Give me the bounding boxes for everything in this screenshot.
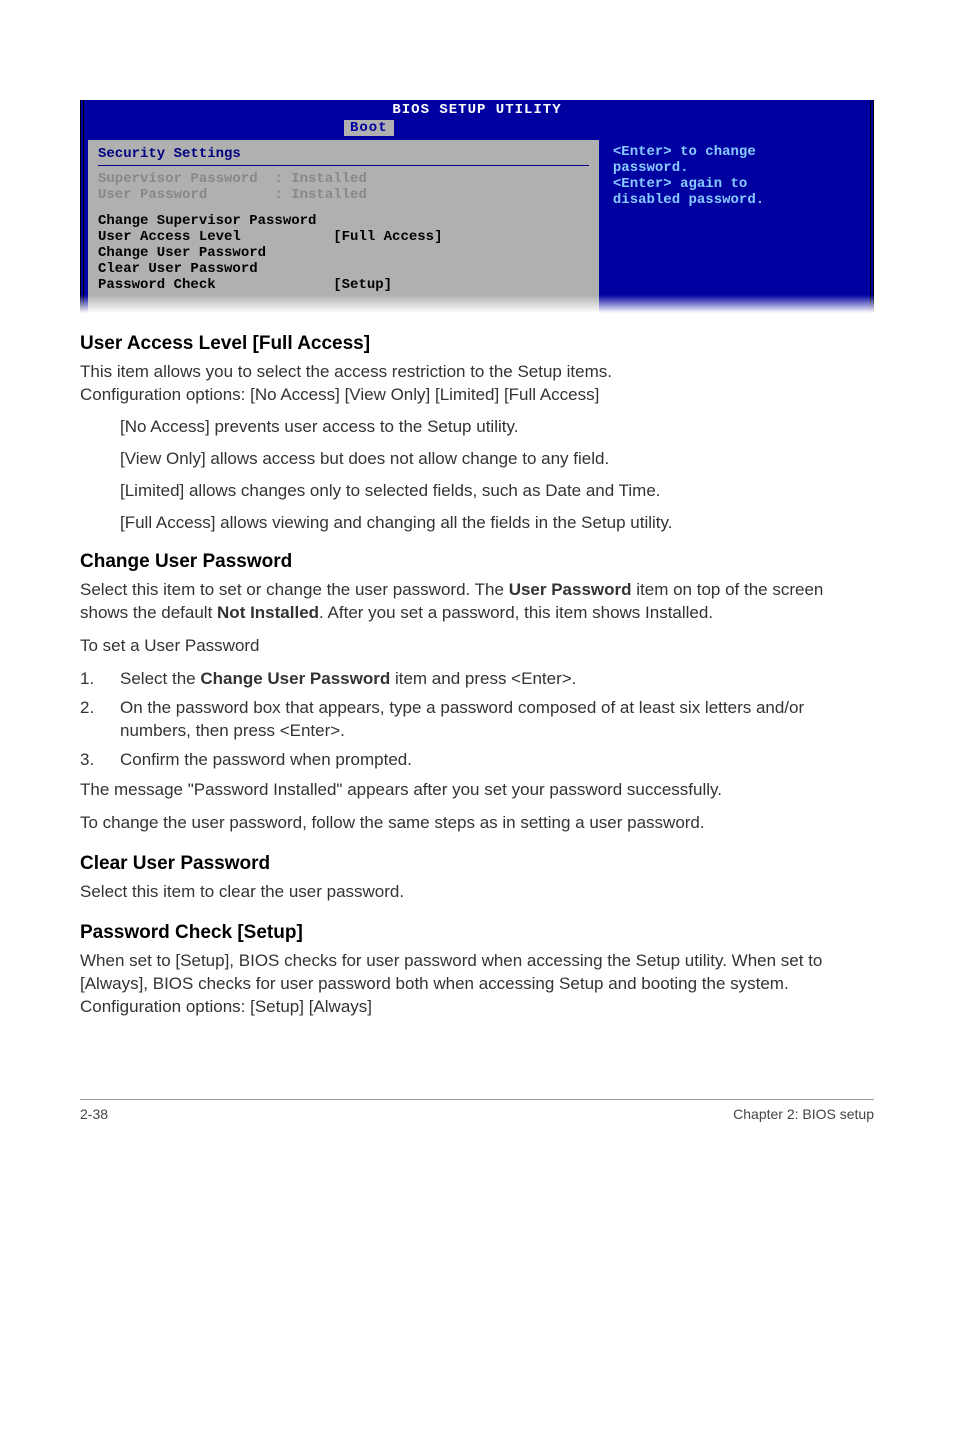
- heading-password-check: Password Check [Setup]: [80, 922, 874, 944]
- page-number: 2-38: [80, 1106, 108, 1122]
- option-full-access: [Full Access] allows viewing and changin…: [120, 513, 874, 533]
- bios-left-panel: Security Settings Supervisor Password : …: [88, 140, 599, 313]
- paragraph: The message "Password Installed" appears…: [80, 779, 874, 802]
- option-descriptions: [No Access] prevents user access to the …: [120, 417, 874, 533]
- option-no-access: [No Access] prevents user access to the …: [120, 417, 874, 437]
- help-line: disabled password.: [613, 192, 860, 208]
- paragraph: To change the user password, follow the …: [80, 812, 874, 835]
- heading-change-user-password: Change User Password: [80, 551, 874, 573]
- help-line: password.: [613, 160, 860, 176]
- page-footer: 2-38 Chapter 2: BIOS setup: [80, 1099, 874, 1122]
- heading-user-access-level: User Access Level [Full Access]: [80, 333, 874, 355]
- menu-change-user-password[interactable]: Change User Password: [98, 245, 589, 261]
- option-view-only: [View Only] allows access but does not a…: [120, 449, 874, 469]
- bios-tab-boot[interactable]: Boot: [344, 120, 394, 136]
- user-password-status: User Password : Installed: [98, 187, 589, 203]
- paragraph: When set to [Setup], BIOS checks for use…: [80, 950, 874, 1019]
- help-line: <Enter> to change: [613, 144, 860, 160]
- steps-list: 1. Select the Change User Password item …: [80, 668, 874, 772]
- step-3: 3. Confirm the password when prompted.: [80, 749, 874, 772]
- paragraph: This item allows you to select the acces…: [80, 361, 874, 407]
- paragraph: To set a User Password: [80, 635, 874, 658]
- chapter-label: Chapter 2: BIOS setup: [733, 1106, 874, 1122]
- bios-screenshot: BIOS SETUP UTILITY Boot Security Setting…: [80, 100, 874, 313]
- menu-clear-user-password[interactable]: Clear User Password: [98, 261, 589, 277]
- step-1: 1. Select the Change User Password item …: [80, 668, 874, 691]
- heading-clear-user-password: Clear User Password: [80, 853, 874, 875]
- bios-help-panel: <Enter> to change password. <Enter> agai…: [603, 136, 870, 313]
- option-limited: [Limited] allows changes only to selecte…: [120, 481, 874, 501]
- menu-user-access-level[interactable]: User Access Level [Full Access]: [98, 229, 589, 245]
- menu-password-check[interactable]: Password Check [Setup]: [98, 277, 589, 293]
- paragraph: Select this item to clear the user passw…: [80, 881, 874, 904]
- bios-title: BIOS SETUP UTILITY: [392, 102, 561, 118]
- bios-section-heading: Security Settings: [98, 146, 589, 162]
- menu-change-supervisor-password[interactable]: Change Supervisor Password: [98, 213, 589, 229]
- supervisor-password-status: Supervisor Password : Installed: [98, 171, 589, 187]
- step-2: 2. On the password box that appears, typ…: [80, 697, 874, 743]
- help-line: <Enter> again to: [613, 176, 860, 192]
- paragraph: Select this item to set or change the us…: [80, 579, 874, 625]
